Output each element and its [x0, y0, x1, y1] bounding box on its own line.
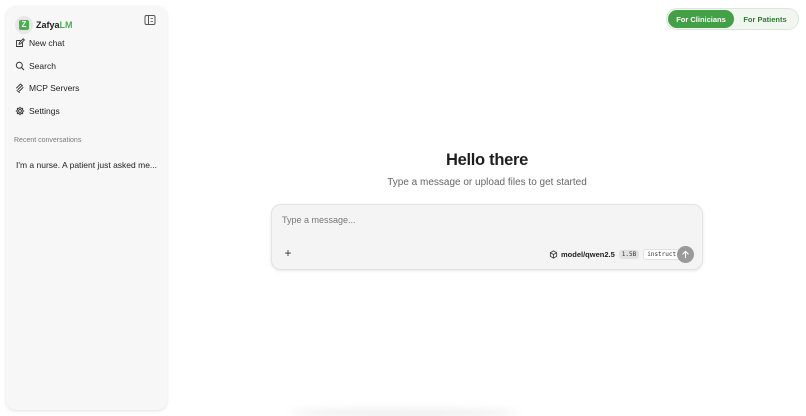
model-name: model/qwen2.5 [561, 249, 615, 259]
arrow-up-icon [682, 250, 689, 259]
recent-conversations-label: Recent conversations [14, 137, 82, 144]
greeting-subtitle: Type a message or upload files to get st… [387, 177, 587, 188]
tab-for-patients[interactable]: For Patients [734, 10, 796, 28]
sidebar-item-search[interactable]: Search [15, 57, 155, 75]
brand-name-prefix: Zafya [36, 20, 60, 30]
sidebar-item-label: New chat [29, 38, 65, 48]
message-input[interactable] [282, 213, 682, 227]
sidebar-item-settings[interactable]: Settings [15, 102, 155, 120]
conversation-item[interactable]: I'm a nurse. A patient just asked me... [16, 160, 162, 170]
sidebar-item-new-chat[interactable]: New chat [15, 34, 155, 52]
search-icon [15, 61, 25, 71]
message-composer: + model/qwen2.5 1.5B instruct [271, 204, 703, 270]
edit-icon [16, 38, 25, 47]
brand-name-accent: LM [59, 20, 73, 30]
model-variant-badge: instruct [643, 248, 681, 260]
audience-toggle: For Clinicians For Patients [666, 8, 799, 30]
attach-plus-icon[interactable]: + [281, 246, 295, 260]
sidebar-collapse-icon[interactable] [144, 13, 156, 25]
greeting-title: Hello there [446, 151, 528, 169]
bottom-shadow-decoration [290, 408, 520, 416]
brand-name: ZafyaLM [36, 20, 73, 30]
logo-badge-letter: Z [19, 20, 29, 30]
mcp-icon [16, 83, 24, 93]
tab-for-clinicians[interactable]: For Clinicians [668, 10, 734, 28]
sidebar-item-label: Search [29, 61, 56, 71]
cube-icon [549, 249, 558, 259]
sidebar-item-label: MCP Servers [29, 83, 80, 93]
logo-icon: Z [15, 16, 33, 34]
send-button[interactable] [677, 246, 694, 263]
sidebar-item-mcp-servers[interactable]: MCP Servers [15, 79, 155, 97]
model-size-badge: 1.5B [618, 249, 640, 259]
brand-logo[interactable]: Z ZafyaLM [15, 14, 73, 36]
sidebar-item-label: Settings [29, 106, 60, 116]
gear-icon [15, 106, 25, 116]
sidebar: Z ZafyaLM New chat Search MCP Servers Se… [6, 6, 167, 410]
model-selector[interactable]: model/qwen2.5 1.5B instruct [549, 247, 681, 261]
